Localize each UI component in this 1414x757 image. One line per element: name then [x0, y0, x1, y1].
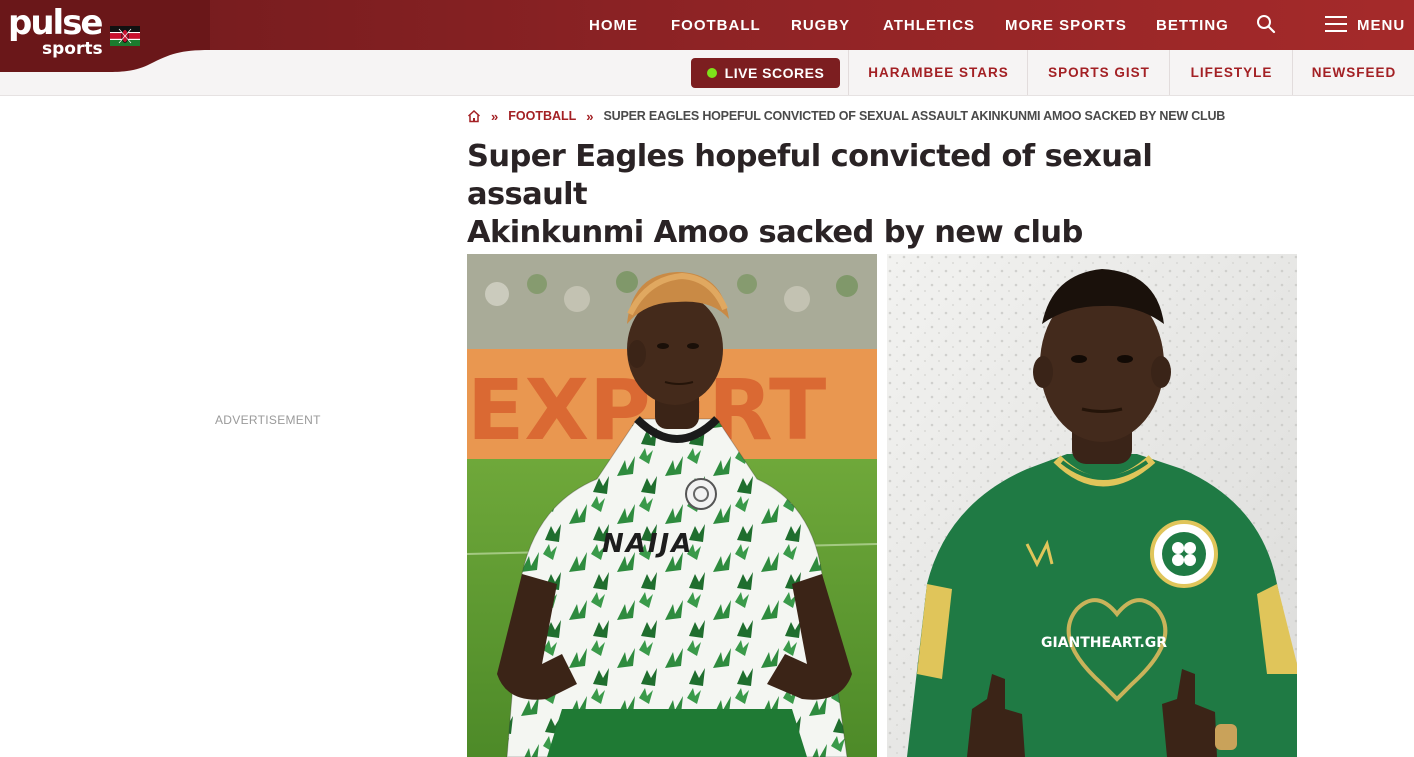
hero-image-illustration: EXPERT NAIJA GIANTHEART.GR — [467, 254, 1297, 757]
subnav-newsfeed-label: NEWSFEED — [1311, 65, 1397, 80]
nav-home[interactable]: HOME — [589, 0, 638, 50]
subnav-harambee-stars-label: HARAMBEE STARS — [868, 65, 1009, 80]
headline-line-2: Akinkunmi Amoo sacked by new club — [467, 215, 1083, 250]
nav-athletics[interactable]: ATHLETICS — [883, 0, 975, 50]
breadcrumb: » FOOTBALL » SUPER EAGLES HOPEFUL CONVIC… — [467, 108, 1225, 124]
breadcrumb-separator: » — [586, 108, 594, 124]
home-icon[interactable] — [467, 109, 481, 123]
advertisement-label: ADVERTISEMENT — [215, 413, 321, 427]
nav-athletics-label: ATHLETICS — [883, 16, 976, 34]
article-headline: Super Eagles hopeful convicted of sexual… — [467, 138, 1227, 252]
live-scores-label: LIVE SCORES — [724, 65, 825, 81]
menu-label: MENU — [1357, 16, 1406, 34]
nav-betting[interactable]: BETTING — [1156, 0, 1229, 50]
jersey-text: NAIJA — [602, 529, 693, 559]
menu-button[interactable]: MENU — [1357, 0, 1405, 50]
article-hero-image: EXPERT NAIJA GIANTHEART.GR — [467, 254, 1297, 757]
nav-home-label: HOME — [589, 16, 638, 34]
logo-wordmark: pulse — [8, 3, 103, 43]
subnav-newsfeed[interactable]: NEWSFEED — [1292, 50, 1414, 95]
nav-football-label: FOOTBALL — [671, 16, 761, 34]
nav-rugby[interactable]: RUGBY — [791, 0, 850, 50]
breadcrumb-category-link[interactable]: FOOTBALL — [508, 109, 576, 123]
nav-more-sports[interactable]: MORE SPORTS — [1005, 0, 1127, 50]
subnav-harambee-stars[interactable]: HARAMBEE STARS — [848, 50, 1028, 95]
subnav-sports-gist[interactable]: SPORTS GIST — [1027, 50, 1170, 95]
hamburger-icon[interactable] — [1325, 15, 1347, 33]
nav-rugby-label: RUGBY — [791, 16, 851, 34]
headline-line-1: Super Eagles hopeful convicted of sexual… — [467, 139, 1153, 212]
breadcrumb-separator: » — [491, 108, 499, 124]
nav-more-sports-label: MORE SPORTS — [1005, 16, 1127, 34]
nav-betting-label: BETTING — [1156, 16, 1229, 34]
pulse-sports-logo[interactable]: pulse sports — [8, 6, 104, 62]
subnav-sports-gist-label: SPORTS GIST — [1048, 65, 1150, 80]
live-indicator-dot — [706, 68, 717, 78]
subnav-lifestyle-label: LIFESTYLE — [1190, 65, 1273, 80]
kenya-flag-icon — [110, 26, 140, 46]
live-scores-button[interactable]: LIVE SCORES — [691, 58, 840, 88]
sponsor-text: GIANTHEART.GR — [1041, 635, 1167, 651]
breadcrumb-current-page: SUPER EAGLES HOPEFUL CONVICTED OF SEXUAL… — [603, 109, 1226, 123]
subnav-lifestyle[interactable]: LIFESTYLE — [1169, 50, 1293, 95]
search-icon[interactable] — [1256, 14, 1276, 34]
logo-subtitle: sports — [42, 39, 103, 59]
nav-football[interactable]: FOOTBALL — [671, 0, 761, 50]
